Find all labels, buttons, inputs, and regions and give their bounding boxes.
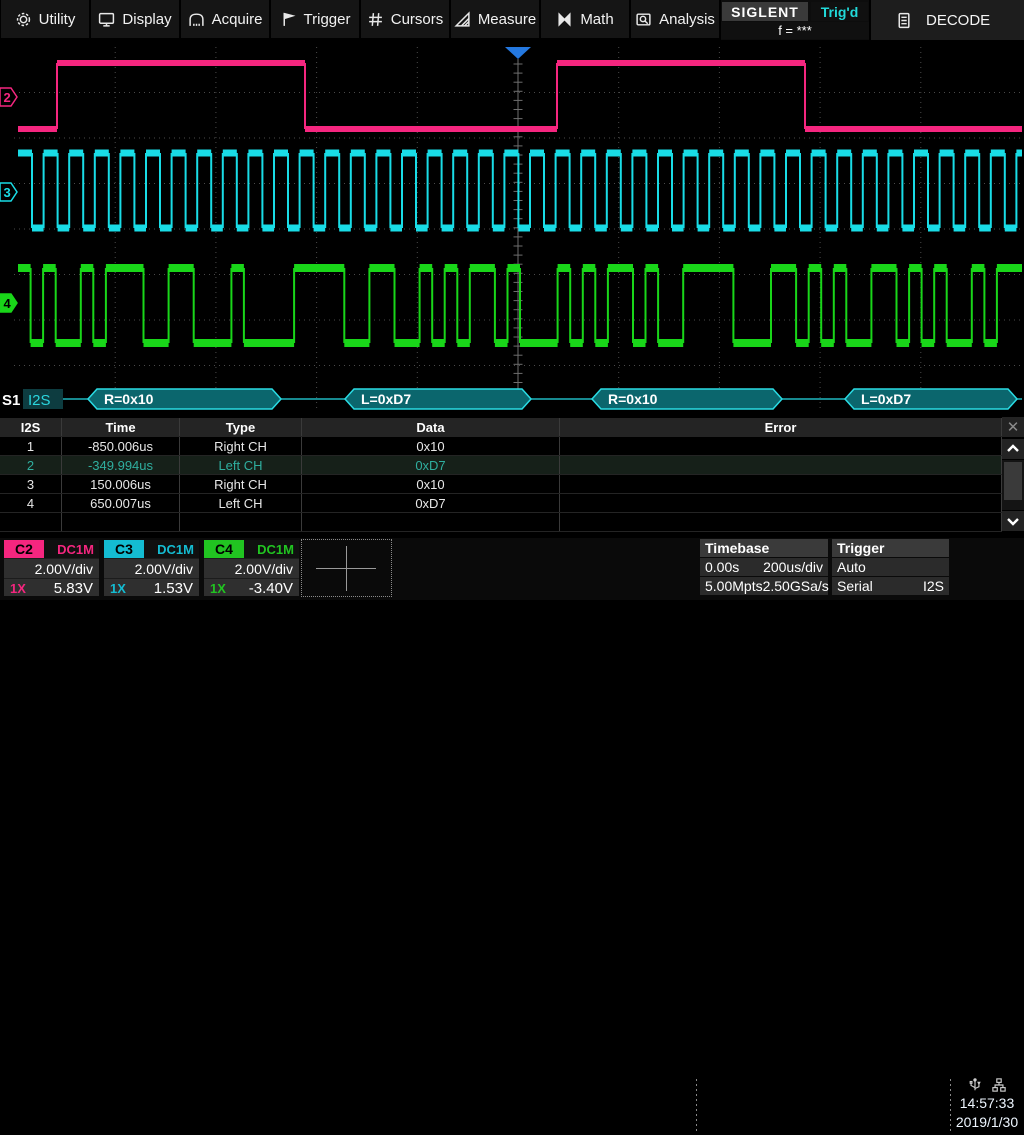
trigger-type: Serial	[837, 578, 873, 594]
menu-trigger[interactable]: Trigger	[271, 0, 359, 38]
svg-text:L=0xD7: L=0xD7	[861, 391, 911, 407]
flag-icon	[280, 11, 297, 28]
trigger-title: Trigger	[832, 539, 949, 557]
coupling-label: DC1M	[144, 540, 199, 558]
volts-per-div: 2.00V/div	[4, 558, 99, 578]
channel-box-c4[interactable]: C4 DC1M 2.00V/div 1X -3.40V	[204, 540, 299, 596]
table-row[interactable]: 3150.006us Right CH0x10	[0, 475, 1002, 494]
timebase-delay: 0.00s	[705, 559, 739, 575]
trigger-protocol: I2S	[923, 578, 944, 594]
memory-depth: 5.00Mpts	[705, 578, 763, 594]
timebase-title: Timebase	[700, 539, 828, 557]
channel-offset: -3.40V	[249, 580, 293, 597]
chevron-down-icon	[1007, 515, 1019, 527]
scroll-down-button[interactable]	[1002, 511, 1024, 531]
table-row[interactable]: 1-850.006us Right CH0x10	[0, 437, 1002, 456]
decode-bus-label: S1	[2, 392, 20, 409]
channel-marker-c2[interactable]: 2	[0, 88, 17, 106]
decode-protocol-label: I2S	[28, 392, 51, 409]
cursors-icon	[367, 11, 384, 28]
probe-attenuation: 1X	[110, 581, 126, 596]
decode-bus-row: S1 I2S R=0x10 L=0xD7 R=0x10 L=0xD7	[2, 389, 1022, 409]
channel-badge: C2	[4, 540, 44, 558]
decode-menu-panel[interactable]: DECODE	[871, 0, 1024, 40]
channel-badge: C4	[204, 540, 244, 558]
trigger-position-marker[interactable]	[505, 47, 531, 59]
sample-rate: 2.50GSa/s	[763, 578, 829, 594]
svg-text:3: 3	[4, 185, 11, 200]
svg-text:L=0xD7: L=0xD7	[361, 391, 411, 407]
menu-display[interactable]: Display	[91, 0, 179, 38]
waveform-display: 2 3 4 S1 I2S R=0x10 L=0xD7 R=0x10 L=0xD7	[0, 40, 1024, 418]
system-time: 14:57:33	[950, 1094, 1024, 1113]
scrollbar-thumb[interactable]	[1004, 462, 1022, 500]
clock-area: 14:57:33 2019/1/30	[950, 1077, 1024, 1135]
volts-per-div: 2.00V/div	[204, 558, 299, 578]
channel-badge: C3	[104, 540, 144, 558]
table-scrollbar[interactable]	[1002, 460, 1024, 510]
channel-marker-c4[interactable]: 4	[0, 294, 17, 312]
menu-cursors[interactable]: Cursors	[361, 0, 449, 38]
timebase-scale: 200us/div	[763, 559, 823, 575]
siglent-logo: SIGLENT	[722, 2, 808, 21]
channel-marker-c3[interactable]: 3	[0, 183, 17, 201]
frequency-readout: f = ***	[721, 22, 869, 39]
trigger-status-badge: Trig'd	[811, 2, 868, 21]
channel-box-c3[interactable]: C3 DC1M 2.00V/div 1X 1.53V	[104, 540, 199, 596]
svg-text:2: 2	[4, 90, 11, 105]
clipboard-icon	[895, 12, 912, 29]
timebase-panel[interactable]: Timebase 0.00s 200us/div 5.00Mpts 2.50GS…	[700, 539, 828, 596]
probe-attenuation: 1X	[210, 581, 226, 596]
system-date: 2019/1/30	[950, 1113, 1024, 1132]
chevron-up-icon	[1007, 443, 1019, 455]
menu-bar: Utility Display Acquire Trigger Cursors …	[0, 0, 1024, 40]
probe-attenuation: 1X	[10, 581, 26, 596]
measure-icon	[454, 11, 471, 28]
separator	[696, 1079, 697, 1134]
status-block: SIGLENT Trig'd f = ***	[721, 0, 869, 40]
menu-math[interactable]: Math	[541, 0, 629, 38]
table-row-empty	[0, 513, 1002, 532]
acquire-icon	[188, 11, 205, 28]
trigger-mode: Auto	[837, 559, 866, 575]
svg-text:R=0x10: R=0x10	[608, 391, 658, 407]
decode-packet: R=0x10	[88, 389, 281, 409]
menu-utility[interactable]: Utility	[1, 0, 89, 38]
display-icon	[98, 11, 115, 28]
channel-offset: 5.83V	[54, 580, 93, 597]
channel-offset: 1.53V	[154, 580, 193, 597]
coupling-label: DC1M	[244, 540, 299, 558]
add-channel-button[interactable]	[301, 539, 392, 597]
svg-text:4: 4	[4, 296, 12, 311]
gear-icon	[15, 11, 32, 28]
menu-measure[interactable]: Measure	[451, 0, 539, 38]
table-row-selected[interactable]: 2-349.994us Left CH0xD7	[0, 456, 1002, 475]
decode-table-header: I2S Time Type Data Error	[0, 418, 1002, 437]
volts-per-div: 2.00V/div	[104, 558, 199, 578]
table-row[interactable]: 4650.007us Left CH0xD7	[0, 494, 1002, 513]
svg-text:R=0x10: R=0x10	[104, 391, 154, 407]
coupling-label: DC1M	[44, 540, 99, 558]
decode-packet: L=0xD7	[845, 389, 1017, 409]
decode-packet: L=0xD7	[345, 389, 531, 409]
trigger-panel[interactable]: Trigger Auto Serial I2S	[832, 539, 949, 596]
bottom-status-bar: C2 DC1M 2.00V/div 1X 5.83V C3 DC1M 2.00V…	[0, 538, 1024, 600]
menu-analysis[interactable]: Analysis	[631, 0, 719, 38]
math-icon	[556, 11, 573, 28]
decode-list-table: I2S Time Type Data Error 1-850.006us Rig…	[0, 418, 1002, 532]
channel-box-c2[interactable]: C2 DC1M 2.00V/div 1X 5.83V	[4, 540, 99, 596]
decode-packet: R=0x10	[592, 389, 782, 409]
menu-acquire[interactable]: Acquire	[181, 0, 269, 38]
scroll-up-button[interactable]	[1002, 439, 1024, 459]
usb-icon	[968, 1078, 982, 1092]
lan-icon	[992, 1078, 1006, 1092]
waveform-c4	[18, 268, 1022, 343]
analysis-icon	[635, 11, 652, 28]
close-icon[interactable]: ✕	[1002, 417, 1024, 437]
